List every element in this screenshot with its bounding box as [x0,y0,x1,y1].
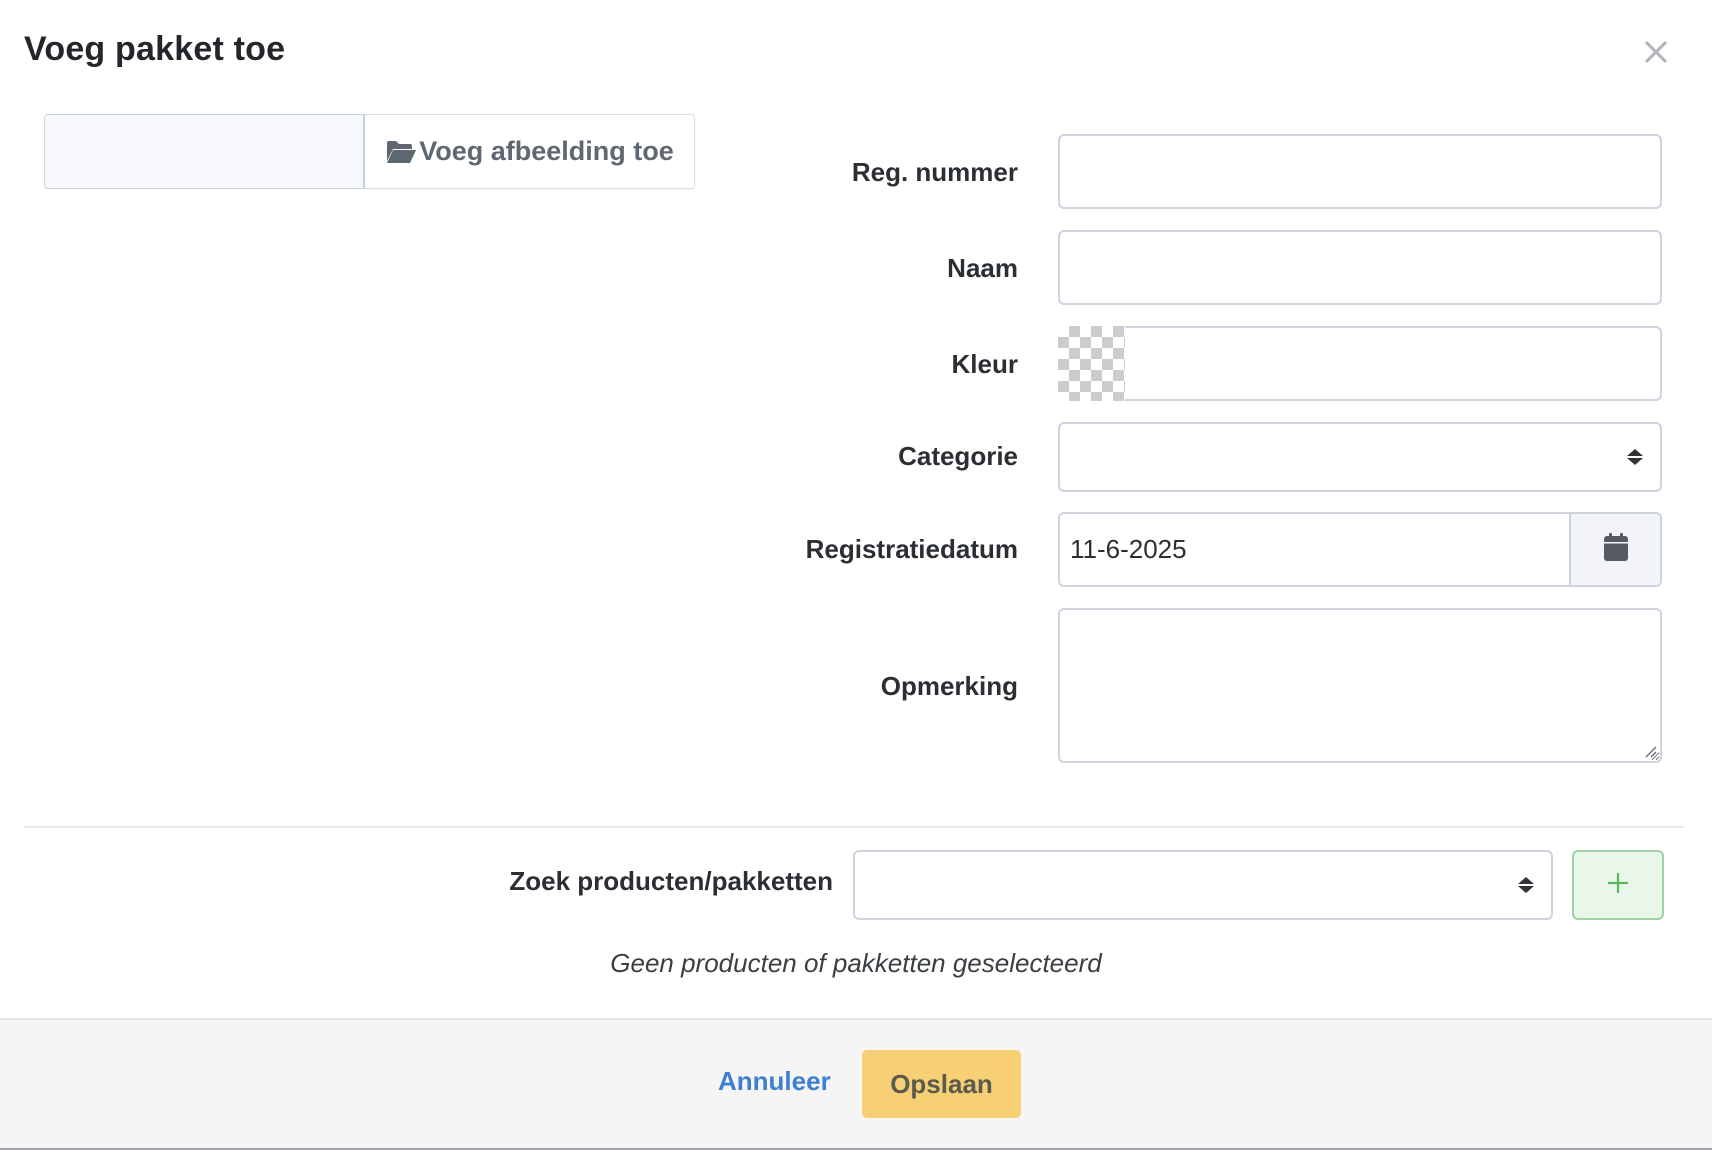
remark-label: Opmerking [880,671,1018,701]
image-upload-group: Voeg afbeelding toe [44,114,695,189]
select-arrows-icon [1515,874,1537,896]
registration-date-input[interactable]: 11-6-2025 [1058,512,1569,587]
color-input[interactable] [1058,326,1662,401]
name-input[interactable] [1060,232,1660,303]
color-swatch[interactable] [1058,326,1125,401]
registration-date-group: 11-6-2025 [1058,512,1662,587]
section-divider [24,826,1684,828]
plus-icon [1606,871,1630,900]
name-field[interactable] [1058,230,1662,305]
product-search-label: Zoek producten/pakketten [509,866,833,896]
folder-open-icon [385,139,417,165]
color-label: Kleur [951,349,1018,379]
remark-field[interactable] [1058,608,1662,763]
modal-title: Voeg pakket toe [24,30,286,68]
save-button[interactable]: Opslaan [862,1050,1021,1118]
image-preview [44,114,365,189]
remark-textarea[interactable] [1060,610,1660,761]
category-label: Categorie [898,441,1018,471]
modal-footer [0,1018,1712,1150]
reg-number-input[interactable] [1060,136,1660,207]
name-label: Naam [947,253,1018,283]
add-image-label: Voeg afbeelding toe [419,136,674,166]
product-search-select[interactable] [853,850,1553,920]
close-button[interactable] [1636,32,1676,72]
cancel-button[interactable]: Annuleer [718,1066,831,1097]
close-icon [1644,40,1668,64]
reg-number-field[interactable] [1058,134,1662,209]
add-image-button[interactable]: Voeg afbeelding toe [365,114,695,189]
resize-grip-icon[interactable] [1643,744,1657,758]
calendar-icon [1603,532,1629,567]
registration-date-label: Registratiedatum [805,534,1018,564]
category-select[interactable] [1058,422,1662,492]
select-arrows-icon [1624,446,1646,468]
date-picker-button[interactable] [1569,512,1662,587]
add-package-modal: Voeg pakket toe Voeg afbeelding toe Reg.… [0,0,1712,1150]
add-product-button[interactable] [1572,850,1664,920]
reg-number-label: Reg. nummer [851,157,1018,187]
empty-selection-message: Geen producten of pakketten geselecteerd [610,948,1102,978]
